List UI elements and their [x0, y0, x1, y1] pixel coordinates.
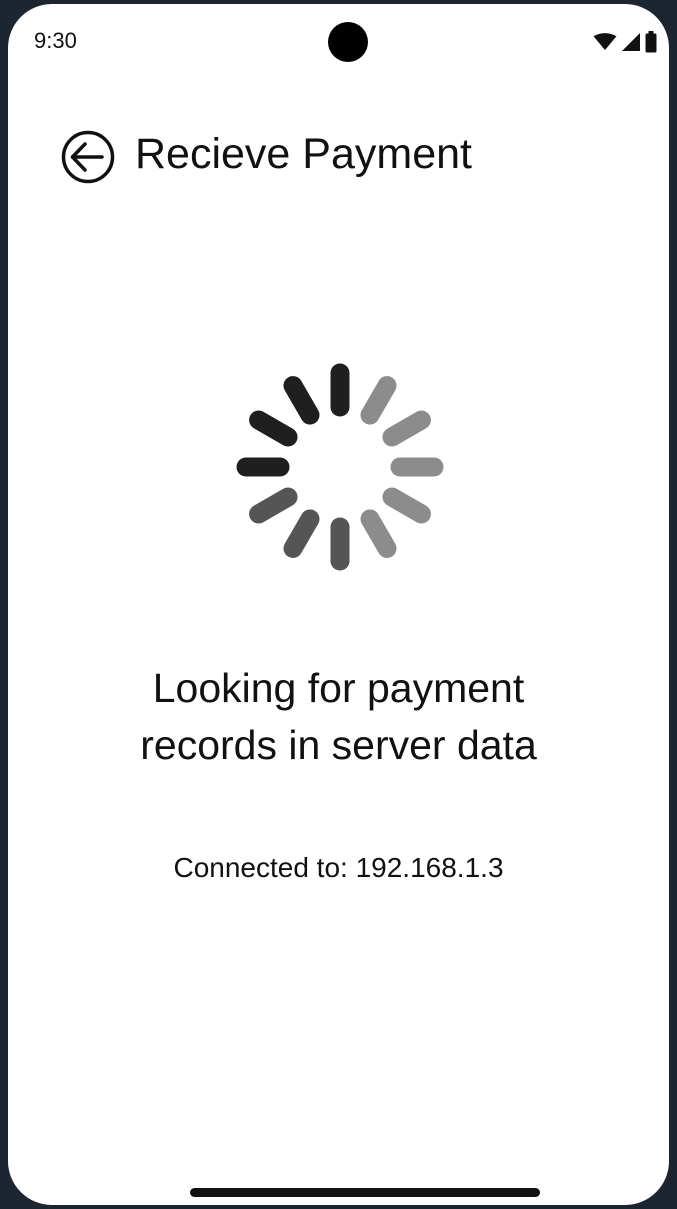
- arrow-left-circle-icon: [61, 130, 115, 184]
- wifi-icon: [593, 33, 617, 50]
- connection-label: Connected to:: [173, 852, 348, 883]
- page-title: Recieve Payment: [135, 130, 472, 178]
- spinner-bar: [360, 376, 397, 425]
- device-frame: 9:30 Recieve Payment Looking for payment…: [0, 0, 677, 1209]
- app-bar: Recieve Payment: [8, 124, 669, 188]
- camera-cutout: [328, 22, 368, 62]
- status-message-line-2: records in server data: [140, 722, 537, 768]
- spinner-bar: [283, 376, 320, 425]
- spinner-bar: [382, 487, 431, 524]
- app-screen: 9:30 Recieve Payment Looking for payment…: [8, 4, 669, 1205]
- battery-icon: [645, 31, 657, 53]
- spinner-bar: [360, 509, 397, 558]
- spinner-bar: [249, 487, 298, 524]
- cellular-signal-icon: [622, 33, 640, 51]
- spinner-bar: [249, 410, 298, 447]
- back-button[interactable]: [60, 129, 116, 185]
- status-icons: [593, 30, 657, 54]
- status-message-line-1: Looking for payment: [152, 665, 525, 711]
- server-address: 192.168.1.3: [355, 852, 504, 883]
- status-message: Looking for payment records in server da…: [48, 660, 629, 774]
- loading-spinner-icon: [236, 363, 444, 571]
- connection-info: Connected to: 192.168.1.3: [48, 852, 629, 884]
- spinner-bar: [283, 509, 320, 558]
- status-time: 9:30: [34, 28, 77, 53]
- home-indicator[interactable]: [190, 1188, 540, 1197]
- spinner-bar: [382, 410, 431, 447]
- status-bar: 9:30: [8, 4, 669, 76]
